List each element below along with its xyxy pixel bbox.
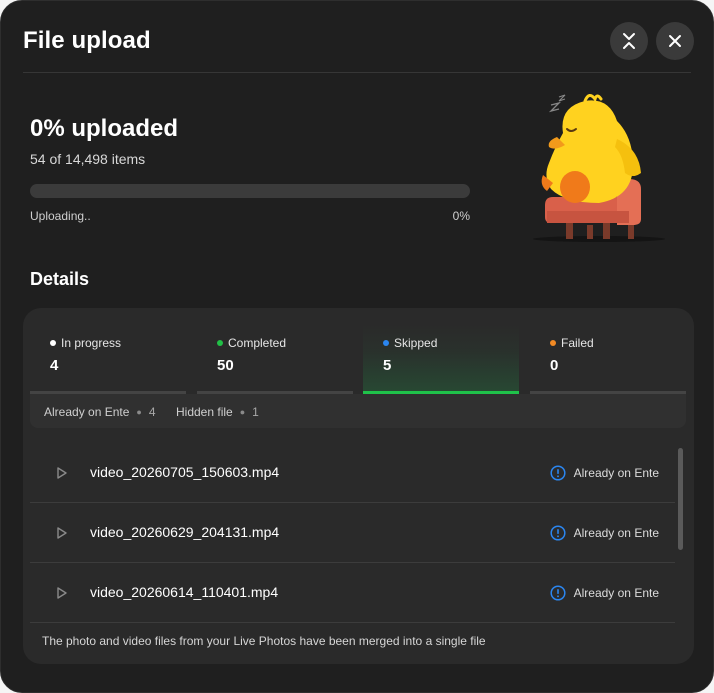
- header-divider: [23, 72, 691, 73]
- tab-label: In progress: [61, 336, 122, 350]
- status-tabs: In progress 4 Completed 50 Skipped 5 Fai…: [30, 324, 686, 394]
- upload-percent-label: 0%: [452, 209, 470, 223]
- upload-percent-heading: 0% uploaded: [30, 115, 179, 142]
- file-list-scrollbar[interactable]: [678, 448, 683, 550]
- play-icon[interactable]: [56, 526, 68, 540]
- file-list: video_20260705_150603.mp4 Already on Ent…: [30, 443, 675, 623]
- file-row[interactable]: video_20260614_110401.mp4 Already on Ent…: [30, 563, 675, 623]
- status-dot-icon: [550, 340, 556, 346]
- close-button[interactable]: [656, 22, 694, 60]
- dialog-header: File upload: [1, 1, 713, 73]
- tab-count: 0: [550, 357, 559, 374]
- file-status: Already on Ente: [550, 585, 659, 601]
- sleeping-duck-icon: [533, 94, 665, 242]
- filter-already-on-ente[interactable]: Already on Ente ● 4: [44, 405, 156, 419]
- info-icon: [550, 465, 566, 481]
- tab-count: 5: [383, 357, 392, 374]
- filter-count: 4: [148, 405, 156, 419]
- tab-failed[interactable]: Failed 0: [530, 324, 686, 394]
- live-photos-note: The photo and video files from your Live…: [42, 634, 486, 648]
- play-icon[interactable]: [56, 466, 68, 480]
- filter-label: Hidden file: [176, 405, 233, 419]
- close-icon: [669, 35, 681, 47]
- tab-label-row: Skipped: [383, 336, 437, 350]
- tab-skipped[interactable]: Skipped 5: [363, 324, 519, 394]
- tab-label: Failed: [561, 336, 594, 350]
- file-status-text: Already on Ente: [573, 526, 659, 540]
- file-status: Already on Ente: [550, 525, 659, 541]
- skip-reason-filters: Already on Ente ● 4 Hidden file ● 1: [30, 394, 686, 428]
- tab-count: 50: [217, 357, 234, 374]
- file-status-text: Already on Ente: [573, 466, 659, 480]
- file-name: video_20260629_204131.mp4: [90, 524, 280, 540]
- file-upload-dialog: File upload 0% uploaded 54 of 14,498 ite…: [0, 0, 714, 693]
- separator-dot-icon: ●: [136, 407, 142, 417]
- filter-count: 1: [252, 405, 259, 419]
- tab-in-progress[interactable]: In progress 4: [30, 324, 186, 394]
- tab-completed[interactable]: Completed 50: [197, 324, 353, 394]
- separator-dot-icon: ●: [239, 407, 246, 417]
- file-name: video_20260614_110401.mp4: [90, 584, 279, 600]
- tab-count: 4: [50, 357, 59, 374]
- status-dot-icon: [217, 340, 223, 346]
- status-dot-icon: [50, 340, 56, 346]
- tab-label: Completed: [228, 336, 287, 350]
- filter-hidden-file[interactable]: Hidden file ● 1: [176, 405, 259, 419]
- info-icon: [550, 525, 566, 541]
- file-row[interactable]: video_20260705_150603.mp4 Already on Ent…: [30, 443, 675, 503]
- tab-label-row: Failed: [550, 336, 594, 350]
- tab-label-row: Completed: [217, 336, 286, 350]
- upload-status-text: Uploading..: [30, 209, 91, 223]
- status-dot-icon: [383, 340, 389, 346]
- details-heading: Details: [30, 269, 90, 289]
- collapse-button[interactable]: [610, 22, 648, 60]
- collapse-chevrons-icon: [623, 33, 635, 49]
- tab-label-row: In progress: [50, 336, 121, 350]
- file-name: video_20260705_150603.mp4: [90, 464, 280, 480]
- filter-label: Already on Ente: [44, 405, 130, 419]
- play-icon[interactable]: [56, 586, 68, 600]
- details-panel: In progress 4 Completed 50 Skipped 5 Fai…: [23, 308, 694, 664]
- upload-items-count: 54 of 14,498 items: [30, 151, 146, 167]
- info-icon: [550, 585, 566, 601]
- upload-progress-bar: [30, 184, 470, 198]
- file-status: Already on Ente: [550, 465, 659, 481]
- tab-label: Skipped: [394, 336, 438, 350]
- file-status-text: Already on Ente: [573, 586, 659, 600]
- file-row[interactable]: video_20260629_204131.mp4 Already on Ent…: [30, 503, 675, 563]
- dialog-title: File upload: [23, 27, 151, 54]
